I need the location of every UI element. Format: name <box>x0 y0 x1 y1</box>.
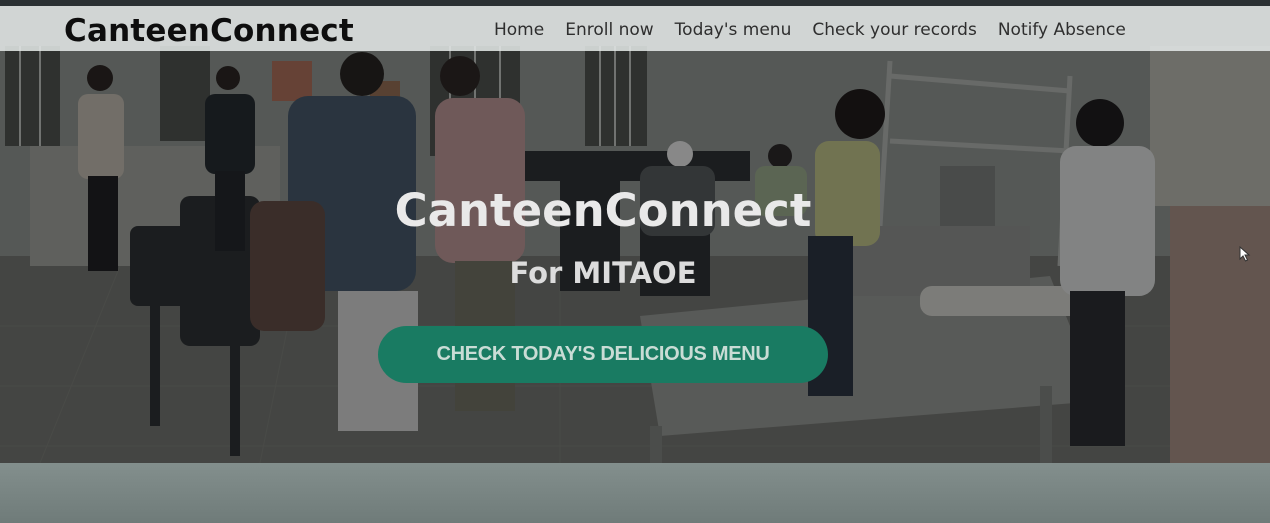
nav-link-home[interactable]: Home <box>494 20 544 40</box>
nav-link-enroll-now[interactable]: Enroll now <box>565 20 653 40</box>
nav-link-todays-menu[interactable]: Today's menu <box>675 20 792 40</box>
nav-links: Home Enroll now Today's menu Check your … <box>494 20 1147 40</box>
check-menu-button[interactable]: CHECK TODAY'S DELICIOUS MENU <box>378 326 828 383</box>
next-section-band <box>0 463 1270 523</box>
hero-section: CanteenConnect For MITAOE CHECK TODAY'S … <box>0 6 1270 463</box>
nav-link-notify-absence[interactable]: Notify Absence <box>998 20 1126 40</box>
hero-title: CanteenConnect <box>394 184 812 237</box>
nav-link-check-records[interactable]: Check your records <box>812 20 977 40</box>
top-navbar: CanteenConnect Home Enroll now Today's m… <box>0 6 1270 51</box>
mouse-pointer-icon <box>1239 246 1251 262</box>
hero-subtitle: For MITAOE <box>509 256 697 290</box>
brand-logo[interactable]: CanteenConnect <box>64 13 354 49</box>
